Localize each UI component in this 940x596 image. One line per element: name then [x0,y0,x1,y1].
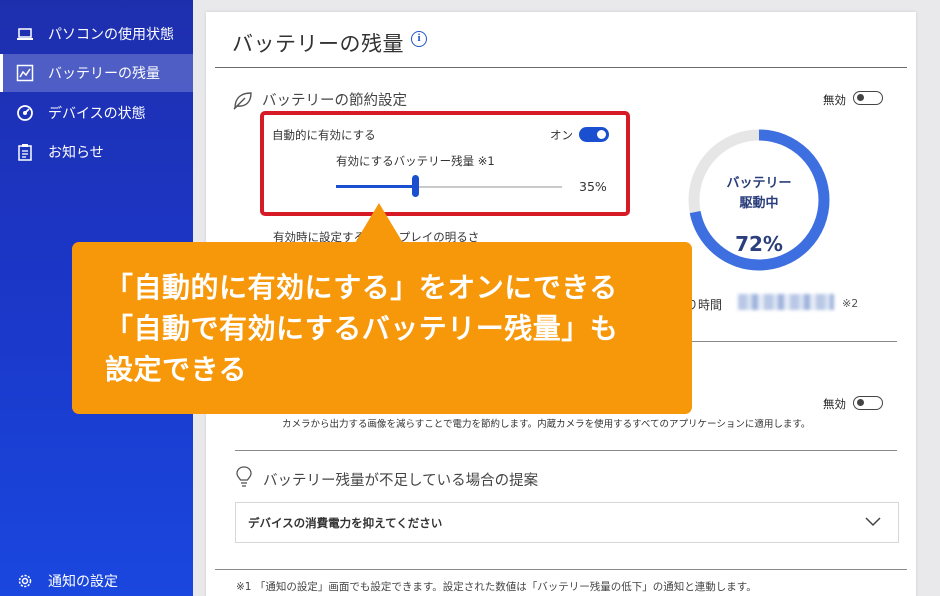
callout-line-2: 「自動で有効にするバッテリー残量」も [105,312,619,345]
threshold-label: 有効にするバッテリー残量 ※1 [336,154,495,168]
sidebar-item-label: パソコンの使用状態 [48,27,174,43]
info-icon[interactable]: i [411,31,427,47]
chevron-down-icon [865,517,881,527]
camera-toggle[interactable] [853,396,883,410]
lightbulb-icon [236,466,252,487]
laptop-icon [16,25,34,43]
remaining-time-note: ※2 [842,297,859,310]
callout-line-1: 「自動的に有効にする」をオンにできる [105,271,618,304]
callout-line-3: 設定できる [105,353,247,386]
sidebar-item-usage[interactable]: パソコンの使用状態 [0,15,193,53]
callout-pointer [355,203,403,243]
battery-status-line2: 駆動中 [739,196,779,211]
saver-toggle-label: 無効 [823,93,846,107]
sidebar-item-label: デバイスの状態 [48,106,146,122]
threshold-value: 35% [579,179,607,194]
gear-icon [16,572,34,590]
sidebar-item-label: 通知の設定 [48,574,118,590]
section-divider [235,450,897,451]
footnote: ※1 「通知の設定」画面でも設定できます。設定された数値は「バッテリー残量の低下… [236,581,757,593]
proposal-dropdown[interactable]: デバイスの消費電力を抑えてください [235,502,899,543]
header-divider [215,67,907,68]
auto-enable-state: オン [550,128,573,142]
chart-icon [16,64,34,82]
saver-section-title: バッテリーの節約設定 [262,93,407,109]
page-title: バッテリーの残量 [232,32,404,56]
threshold-slider-fill [336,185,415,188]
sidebar-item-label: バッテリーの残量 [48,66,160,82]
battery-status-line1: バッテリー [726,176,792,191]
sidebar-item-device[interactable]: デバイスの状態 [0,94,193,132]
remaining-time-value-blurred [738,294,834,310]
clipboard-icon [16,143,34,161]
camera-description: カメラから出力する画像を減らすことで電力を節約します。内蔵カメラを使用するすべて… [282,419,811,430]
proposal-item-label: デバイスの消費電力を抑えてください [248,516,443,530]
camera-toggle-label: 無効 [823,397,846,411]
auto-enable-toggle[interactable] [579,127,609,142]
battery-percent: 72% [735,232,783,256]
sidebar-item-notification-settings[interactable]: 通知の設定 [0,562,193,596]
gauge-icon [16,104,34,122]
sidebar-item-battery[interactable]: バッテリーの残量 [0,54,193,92]
annotation-callout: 「自動的に有効にする」をオンにできる 「自動で有効にするバッテリー残量」も 設定… [72,242,692,414]
leaf-icon [233,92,252,110]
footer-divider [215,569,907,570]
saver-toggle[interactable] [853,91,883,105]
auto-enable-label: 自動的に有効にする [272,128,376,142]
sidebar-item-notices[interactable]: お知らせ [0,133,193,171]
sidebar-item-label: お知らせ [48,145,104,161]
proposal-section-title: バッテリー残量が不足している場合の提案 [263,473,539,489]
threshold-slider-thumb[interactable] [412,175,419,197]
